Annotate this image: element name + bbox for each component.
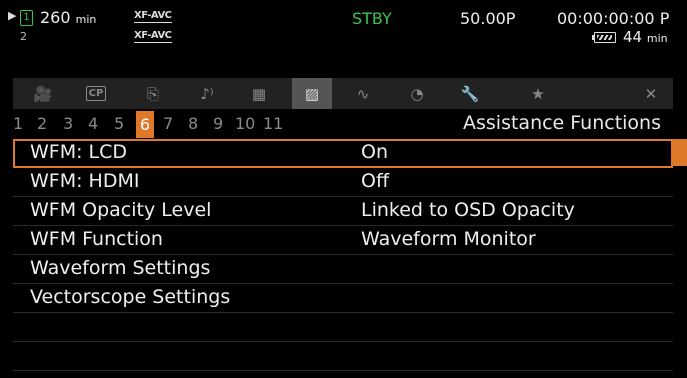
tab-my-menu[interactable]: ★ [518,78,558,109]
format-bottom-badge: XF-AVC [134,30,172,43]
close-icon: ✕ [644,84,658,103]
remaining-value: 260 [40,8,71,27]
tab-camera[interactable]: 🎥 [23,78,63,109]
menu-item-wfm-function[interactable]: WFM Function Waveform Monitor [13,226,673,255]
media-arrow-icon: ▶ [8,9,17,22]
remaining-unit: min [75,13,97,26]
battery-remaining: 44 min [623,28,668,46]
page-selector: 1 2 3 4 5 6 7 8 9 10 11 Assistance Funct… [13,111,673,138]
tab-video-setup[interactable]: ▦ [239,78,279,109]
status-bar: ▶ 1 2 260 min XF-AVC XF-AVC STBY 50.00P … [0,0,687,76]
tab-assistance[interactable]: ▨ [292,78,332,109]
tab-playback[interactable]: ∿ [343,78,383,109]
menu-item-wfm-hdmi[interactable]: WFM: HDMI Off [13,168,673,197]
wave-icon: ∿ [356,84,370,103]
battery-value: 44 [623,28,643,46]
timecode: 00:00:00:00 P [557,9,669,28]
remaining-time: 260 min [40,8,96,27]
wrench-icon: 🔧 [460,84,480,103]
page-number[interactable]: 10 [235,114,255,133]
waveform-monitor-icon: ▨ [304,84,320,103]
menu-item-label: WFM: LCD [30,141,128,163]
film-icon: ▦ [251,84,267,103]
menu-item-vectorscope-settings[interactable]: Vectorscope Settings [13,284,673,313]
menu-item-label: Waveform Settings [30,257,211,279]
tab-system[interactable]: 🔧 [450,78,490,109]
page-number[interactable]: 5 [114,114,124,133]
page-number[interactable]: 11 [263,114,283,133]
menu-item-label: WFM: HDMI [30,170,140,192]
page-number[interactable]: 8 [188,114,198,133]
page-number[interactable]: 4 [88,114,98,133]
page-title: Assistance Functions [463,112,661,134]
audio-icon: ♪⁾ [200,84,214,103]
menu-item-empty [13,313,673,342]
menu-list: WFM: LCD On WFM: HDMI Off WFM Opacity Le… [13,139,673,371]
timecode-icon: ◔ [410,84,424,103]
tab-tc[interactable]: ◔ [397,78,437,109]
page-number[interactable]: 1 [13,114,23,133]
tab-audio[interactable]: ♪⁾ [187,78,227,109]
standby-status: STBY [352,9,392,28]
selection-indicator [672,139,687,166]
menu-item-label: Vectorscope Settings [30,286,231,308]
cp-icon: CP [85,86,107,101]
tab-cp[interactable]: CP [76,78,116,109]
menu-item-wfm-lcd[interactable]: WFM: LCD On [13,139,673,168]
menu-item-waveform-settings[interactable]: Waveform Settings [13,255,673,284]
battery-icon [592,32,616,43]
camera-menu-screen: ▶ 1 2 260 min XF-AVC XF-AVC STBY 50.00P … [0,0,687,378]
format-top-badge: XF-AVC [134,10,172,23]
menu-item-label: WFM Opacity Level [30,199,212,221]
page-number[interactable]: 2 [37,114,47,133]
card-slot-icon: 1 [20,10,33,26]
tab-close[interactable]: ✕ [631,78,671,109]
card2-slot-icon: 2 [20,30,27,43]
menu-item-value: Off [361,170,390,192]
star-icon: ★ [531,84,545,103]
timecode-value: 00:00:00:00 [557,9,655,28]
battery-unit: min [646,32,668,45]
menu-item-value: Linked to OSD Opacity [361,199,575,221]
page-number[interactable]: 9 [213,114,223,133]
page-number[interactable]: 3 [63,114,73,133]
page-number[interactable]: 7 [163,114,173,133]
menu-tab-bar: 🎥 CP ⎘ ♪⁾ ▦ ▨ ∿ ◔ 🔧 ★ ✕ [13,78,673,109]
timecode-suffix: P [659,9,670,28]
menu-item-wfm-opacity-level[interactable]: WFM Opacity Level Linked to OSD Opacity [13,197,673,226]
page-number-active[interactable]: 6 [136,111,154,138]
recording-setup-icon: ⎘ [146,84,159,103]
menu-item-value: Waveform Monitor [361,228,536,250]
menu-item-label: WFM Function [30,228,163,250]
camera-icon: 🎥 [33,84,53,103]
frame-rate: 50.00P [460,9,516,28]
menu-item-empty [13,342,673,371]
tab-recording[interactable]: ⎘ [133,78,173,109]
menu-item-value: On [361,141,388,163]
